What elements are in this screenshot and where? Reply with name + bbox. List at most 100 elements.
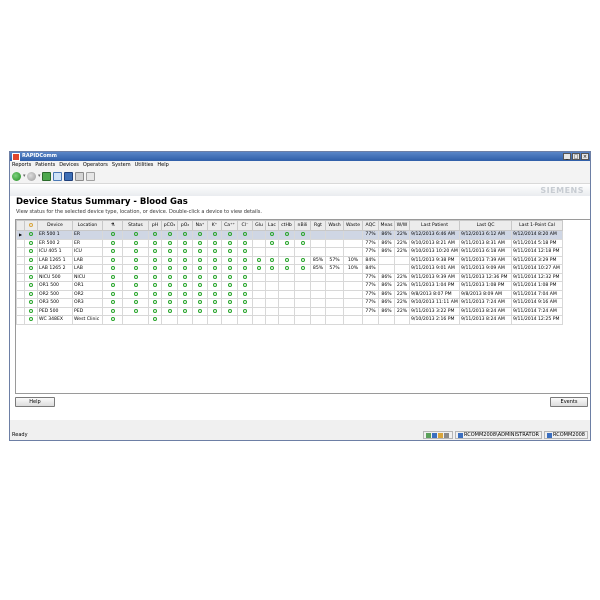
column-header[interactable]: ctHb xyxy=(278,220,295,231)
rgt-cell xyxy=(310,315,326,325)
rgt-cell xyxy=(310,247,326,257)
close-button[interactable]: × xyxy=(581,153,589,160)
status-host-box: RCOMM2008 xyxy=(543,431,588,439)
menu-reports[interactable]: Reports xyxy=(12,162,31,168)
report-icon[interactable] xyxy=(75,171,84,181)
column-header[interactable]: Waste xyxy=(343,220,363,231)
menu-system[interactable]: System xyxy=(112,162,131,168)
device-grid[interactable]: Device Location ⚗ Status pH pCO₂ pO₂ Na⁺ K⁺ Ca⁺⁺ C… xyxy=(15,219,590,394)
menu-utilities[interactable]: Utilities xyxy=(135,162,154,168)
status-circle-icon xyxy=(183,266,187,270)
row-pointer-icon xyxy=(16,272,25,282)
status-circle-icon xyxy=(29,274,33,279)
status-circle-icon xyxy=(29,308,33,313)
status-circle-icon xyxy=(153,317,157,321)
column-header[interactable]: Location xyxy=(72,220,103,231)
column-header[interactable]: Last QC xyxy=(459,220,512,231)
column-header[interactable]: Lac xyxy=(265,220,279,231)
status-circle-icon xyxy=(198,240,202,245)
maximize-button[interactable]: □ xyxy=(572,153,580,160)
forward-arrow-icon[interactable] xyxy=(27,171,36,181)
operator-header-icon[interactable]: ⚗ xyxy=(102,220,123,231)
column-header[interactable]: Cl⁻ xyxy=(237,220,253,231)
column-header[interactable]: W/W xyxy=(394,220,410,231)
table-row[interactable]: OR2 500 OR2 77% 86% 22% 9/8/2013 8:07 PM 9/8/2… xyxy=(16,289,563,299)
brand-bar: SIEMENS xyxy=(10,184,590,196)
table-row[interactable]: NICU 500 NICU 77% 86% 22% 9/11/2013 9:39 AM 9/… xyxy=(16,272,563,282)
waste-cell xyxy=(343,306,363,316)
column-header[interactable]: pH xyxy=(148,220,162,231)
column-header[interactable]: pCO₂ xyxy=(161,220,178,231)
location-cell: OR1 xyxy=(72,281,103,291)
column-header[interactable]: nBili xyxy=(294,220,311,231)
column-header[interactable]: Rgt xyxy=(310,220,326,231)
column-header[interactable]: Glu xyxy=(252,220,266,231)
table-row[interactable]: ER 500 2 ER 77% 86% 22% 9/10/2013 8:21 AM 9/11… xyxy=(16,238,563,248)
column-header[interactable]: Meas xyxy=(378,220,395,231)
status-circle-icon xyxy=(153,266,157,270)
column-header[interactable]: Wash xyxy=(325,220,344,231)
status-circle-icon xyxy=(270,240,274,245)
rgt-cell xyxy=(310,298,326,308)
menu-devices[interactable]: Devices xyxy=(59,162,79,168)
status-circle-icon xyxy=(167,300,172,304)
table-row[interactable]: PED 500 PED 77% 86% 22% 9/11/2013 3:22 PM 9/11… xyxy=(16,306,563,316)
status-circle-icon xyxy=(257,266,261,270)
table-row[interactable]: WC 348EX West Clinic 9/10/2013 2:16 PM 9/11… xyxy=(16,315,563,325)
aqc-cell: 77% xyxy=(362,272,379,282)
column-header[interactable]: Last Patient xyxy=(409,220,460,231)
column-header[interactable]: Ca⁺⁺ xyxy=(221,220,238,231)
status-circle-icon xyxy=(153,257,157,262)
table-row[interactable]: OR3 500 OR3 77% 86% 22% 9/10/2013 11:11 AM 9/1… xyxy=(16,298,563,308)
column-header[interactable]: Na⁺ xyxy=(192,220,208,231)
table-row[interactable]: LAB 1265 2 LAB 85% 57% 10% 84% 9/11/2013 9:01 … xyxy=(16,264,563,274)
last-patient-cell: 9/12/2013 6:46 AM xyxy=(409,230,460,240)
column-header[interactable]: Last 1-Point Cal xyxy=(511,220,563,231)
status-circle-icon xyxy=(227,274,232,279)
column-header[interactable]: AQC xyxy=(362,220,379,231)
table-row[interactable]: LAB 1265 1 LAB 85% 57% 10% 84% 9/11/2013 9:38 … xyxy=(16,255,563,265)
status-circle-icon xyxy=(284,240,289,245)
wash-cell xyxy=(325,289,344,299)
aqc-cell: 77% xyxy=(362,230,379,240)
table-row[interactable]: OR1 500 OR1 77% 86% 22% 9/11/2013 1:04 PM 9/11… xyxy=(16,281,563,291)
column-header[interactable]: K⁺ xyxy=(207,220,222,231)
status-circle-icon xyxy=(212,240,217,245)
column-header[interactable] xyxy=(16,220,25,231)
minimize-button[interactable]: _ xyxy=(563,153,571,160)
status-circle-icon xyxy=(212,232,217,236)
row-pointer-icon xyxy=(16,264,25,274)
status-circle-icon xyxy=(153,232,157,236)
wash-cell xyxy=(325,247,344,257)
menu-operators[interactable]: Operators xyxy=(83,162,108,168)
menu-help[interactable]: Help xyxy=(157,162,168,168)
ww-cell xyxy=(394,315,410,325)
column-header[interactable] xyxy=(24,220,38,231)
refresh-icon[interactable] xyxy=(42,171,51,181)
menu-patients[interactable]: Patients xyxy=(35,162,55,168)
forward-dropdown-icon[interactable]: ▾ xyxy=(38,172,41,180)
column-header[interactable]: pO₂ xyxy=(177,220,193,231)
column-header[interactable]: Status xyxy=(122,220,149,231)
last-patient-cell: 9/11/2013 9:39 AM xyxy=(409,272,460,282)
connection-icon xyxy=(426,432,432,438)
waste-cell xyxy=(343,289,363,299)
table-row[interactable]: ▶ ER 500 1 ER 77% 86% 22% 9/12/2013 6:46 AM 9/1… xyxy=(16,230,563,240)
grid-view-icon[interactable] xyxy=(64,171,73,181)
status-circle-icon xyxy=(300,257,305,262)
alert-icon xyxy=(438,432,444,438)
column-header[interactable]: Device xyxy=(37,220,73,231)
flag-icon[interactable] xyxy=(86,171,95,181)
back-dropdown-icon[interactable]: ▾ xyxy=(23,172,26,180)
status-circle-icon xyxy=(167,257,172,262)
help-button[interactable]: Help xyxy=(15,397,55,407)
location-cell: West Clinic xyxy=(72,315,103,325)
status-circle-icon xyxy=(133,249,138,253)
back-arrow-icon[interactable] xyxy=(12,171,21,181)
table-row[interactable]: ICU 405 1 ICU 77% 86% 22% 9/10/2013 10:20 AM 9… xyxy=(16,247,563,257)
last-cal-cell: 9/12/2014 8:20 AM xyxy=(511,230,563,240)
meas-cell: 86% xyxy=(378,272,395,282)
device-view-icon[interactable] xyxy=(53,171,62,181)
last-cal-cell: 9/11/2014 3:29 PM xyxy=(511,255,563,265)
events-button[interactable]: Events xyxy=(550,397,588,407)
